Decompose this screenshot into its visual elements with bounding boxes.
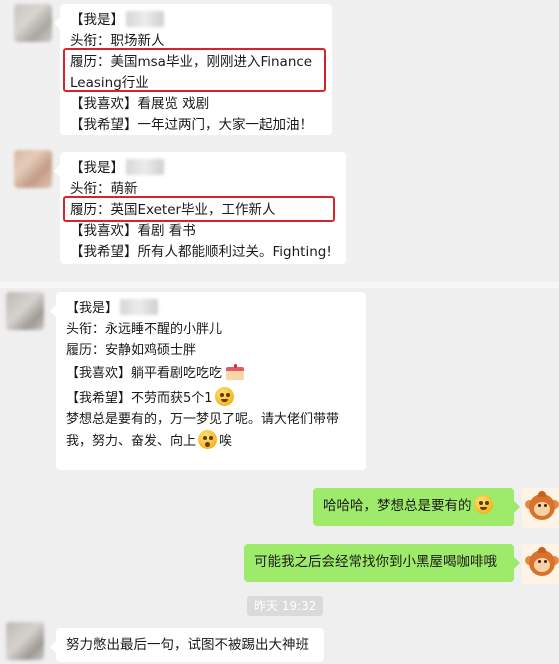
name-label: 【我是】 xyxy=(70,160,124,176)
likes-text: 【我喜欢】躺平看剧吃吃吃 xyxy=(66,366,223,381)
hope-text: 【我希望】不劳而获5个1 xyxy=(66,391,213,406)
dream-line: 梦想总是要有的，万一梦见了呢。请大佬们带带 xyxy=(66,412,340,427)
dream-line-continued: 我，努力、奋发、向上 唉 xyxy=(66,430,356,452)
likes-line: 【我喜欢】看剧 看书 xyxy=(70,223,196,239)
message-text: 努力憋出最后一句，试图不被踢出大神班 xyxy=(66,637,309,653)
name-line: 【我是】 xyxy=(70,10,322,31)
likes-line: 【我喜欢】看展览 戏剧 xyxy=(70,96,210,112)
highlight-box xyxy=(63,196,335,222)
avatar[interactable] xyxy=(14,4,52,42)
message-bubble-last[interactable]: 努力憋出最后一句，试图不被踢出大神班 xyxy=(50,628,324,662)
dream-text: 我，努力、奋发、向上 xyxy=(66,434,197,449)
chat-panel-bottom: 【我是】 头衔：永远睡不醒的小胖儿 履历：安静如鸡硕士胖 【我喜欢】躺平看剧吃吃… xyxy=(0,288,559,664)
hope-line: 【我希望】不劳而获5个1 xyxy=(66,387,356,409)
hope-line: 【我希望】所有人都能顺利过关。Fighting! xyxy=(70,244,332,260)
sent-message-bubble[interactable]: 可能我之后会经常找你到小黑屋喝咖啡哦 xyxy=(244,544,520,582)
avatar[interactable] xyxy=(6,622,44,660)
name-line: 【我是】 xyxy=(66,298,356,319)
cake-emoji-icon xyxy=(225,364,245,380)
name-line: 【我是】 xyxy=(70,158,336,179)
name-label: 【我是】 xyxy=(66,301,119,316)
likes-line: 【我喜欢】躺平看剧吃吃吃 xyxy=(66,363,356,384)
blurred-name xyxy=(120,299,159,315)
message-text: 可能我之后会经常找你到小黑屋喝咖啡哦 xyxy=(254,554,497,570)
timestamp: 昨天 19:32 xyxy=(247,596,324,616)
name-label: 【我是】 xyxy=(70,12,124,28)
blurred-name xyxy=(126,11,164,27)
hope-line: 【我希望】一年过两门，大家一起加油！ xyxy=(70,117,313,133)
sigh-text: 唉 xyxy=(219,434,233,449)
title-line: 头衔：永远睡不醒的小胖儿 xyxy=(66,322,223,337)
blurred-name xyxy=(126,159,164,175)
message-bubble-card3[interactable]: 【我是】 头衔：永远睡不醒的小胖儿 履历：安静如鸡硕士胖 【我喜欢】躺平看剧吃吃… xyxy=(50,292,366,470)
chat-panel-top: 【我是】 头衔：职场新人 履历：美国msa毕业，刚刚进入Finance Leas… xyxy=(0,0,559,282)
avatar[interactable] xyxy=(6,292,44,330)
avatar[interactable] xyxy=(14,150,52,188)
monkey-avatar-icon[interactable] xyxy=(522,488,559,528)
resume-line: 履历：安静如鸡硕士胖 xyxy=(66,343,197,358)
flushed-emoji-icon xyxy=(198,430,218,449)
smile-emoji-icon xyxy=(214,387,234,406)
message-text: 哈哈哈，梦想总是要有的 xyxy=(323,498,472,514)
grin-emoji-icon xyxy=(473,495,493,514)
monkey-avatar-icon[interactable] xyxy=(522,544,559,584)
sent-message-bubble[interactable]: 哈哈哈，梦想总是要有的 xyxy=(313,488,520,526)
highlight-box xyxy=(63,48,326,92)
